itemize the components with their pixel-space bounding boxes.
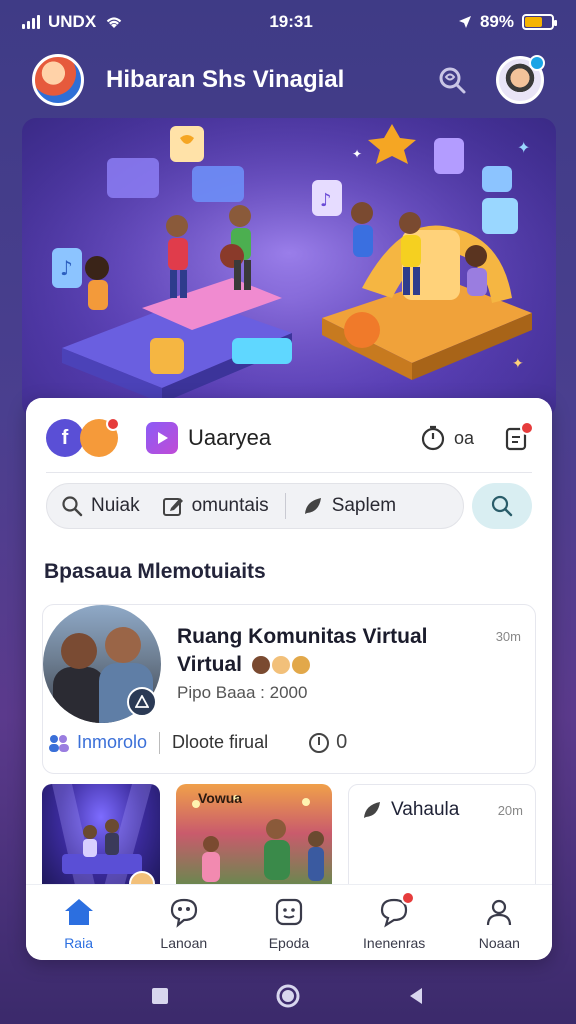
clock: 19:31 [269, 12, 313, 31]
home-icon [62, 895, 96, 929]
messages-badge [401, 890, 416, 905]
signal-icon [22, 15, 40, 29]
filter-label-1: Nuiak [91, 495, 140, 516]
app-logo-avatar[interactable] [32, 54, 84, 106]
message-icon [377, 890, 416, 929]
footer-separator [159, 731, 161, 754]
search-icon [62, 496, 83, 517]
recent-apps-button[interactable] [144, 980, 176, 1012]
profile-icon [482, 895, 516, 929]
user-avatar[interactable] [496, 55, 545, 104]
virtual-community-illustration: ♪ ♪ ✦ ✦ ✦ [22, 118, 556, 418]
app-header: Hibaran Shs Vinagial [0, 52, 576, 108]
nav-item-emoji[interactable]: Epoda [239, 895, 339, 951]
square-icon [152, 988, 168, 1004]
thumb-icon [309, 732, 330, 753]
status-bar: UNDX 19:31 89% [0, 0, 576, 44]
nav-item-messages[interactable]: Inenenras [344, 890, 444, 951]
battery-percent: 89% [479, 12, 514, 31]
community-footer: Inmorolo Dloote firual 0 [43, 731, 535, 754]
play-icon[interactable] [146, 422, 178, 454]
wifi-icon [106, 17, 122, 28]
nav-item-chat[interactable]: Lanoan [134, 895, 234, 951]
community-card[interactable]: Ruang Komunitas Virtual Virtual 30m Pipo… [42, 604, 536, 774]
nav-item-home[interactable]: Raia [29, 895, 129, 951]
filter-separator [284, 493, 286, 519]
filter-label-2: omuntais [191, 495, 269, 516]
nav-label-messages: Inenenras [363, 934, 426, 951]
timer-text: oa [453, 427, 474, 448]
media-post[interactable]: Vahaula 20m [348, 784, 536, 894]
svg-text:✦: ✦ [512, 356, 524, 372]
edit-icon [162, 498, 183, 516]
post-label: Vahaula [391, 799, 460, 820]
smile-square-icon [272, 895, 306, 929]
filter-segment-1[interactable]: Nuiak [61, 495, 140, 517]
community-meta: Pipo Baaa : 2000 [177, 683, 308, 702]
filter-segment-3[interactable]: Saplem [302, 495, 396, 517]
app-title: Hibaran Shs Vinagial [106, 66, 345, 93]
community-title[interactable]: Ruang Komunitas Virtual Virtual [177, 623, 477, 679]
nav-label-home: Raia [64, 934, 93, 951]
heart-search-icon[interactable] [432, 60, 472, 100]
search-row: Nuiak omuntais Saplem [46, 483, 532, 529]
nav-label-chat: Lanoan [160, 934, 208, 951]
back-button[interactable] [400, 980, 432, 1012]
members-link[interactable]: Inmorolo [47, 732, 147, 753]
nav-label-profile: Noaan [478, 934, 520, 951]
members-link-label: Inmorolo [77, 732, 148, 752]
like-count-value: 0 [336, 731, 348, 753]
filter-segment-2[interactable]: omuntais [162, 495, 269, 517]
media-tile-party[interactable]: Vowua [176, 784, 332, 894]
nav-item-profile[interactable]: Noaan [449, 895, 549, 951]
post-time: 20m [497, 803, 523, 818]
svg-text:♪: ♪ [320, 190, 332, 211]
app-row: f Uaaryea oa [46, 417, 534, 458]
party-caption: Vowua [198, 790, 243, 806]
circle-icon [276, 984, 300, 1008]
nav-label-emoji: Epoda [268, 934, 310, 951]
status-right: 89% [458, 12, 557, 32]
leaf-icon [304, 498, 321, 514]
people-icon [49, 734, 69, 752]
battery-level [525, 17, 542, 27]
social-app-icon[interactable]: f [46, 419, 84, 457]
hero-illustration: ♪ ♪ ✦ ✦ ✦ [22, 118, 556, 418]
filter-label-3: Saplem [331, 495, 397, 516]
divider [46, 472, 532, 473]
leaf-icon [364, 802, 380, 818]
search-button[interactable] [472, 483, 532, 529]
community-badge-icon [127, 687, 157, 717]
bottom-nav: Raia Lanoan Epoda Inenenras Noaan [26, 884, 552, 960]
chat-app-icon[interactable] [80, 417, 120, 457]
location-arrow-icon [458, 16, 471, 28]
footer-text: Dloote firual [172, 732, 269, 752]
section-title: Bpasaua Mlemotuiaits [44, 560, 266, 583]
timer-group[interactable]: oa [420, 425, 474, 451]
svg-text:♪: ♪ [60, 256, 73, 280]
media-row: Vowua Vahaula 20m [42, 784, 536, 894]
main-card: f Uaaryea oa Nuiak omuntais Saplem Bpasa… [26, 398, 552, 960]
app-label: Uaaryea [188, 425, 272, 450]
battery-icon [522, 14, 557, 30]
like-count[interactable]: 0 [308, 731, 347, 754]
media-tile-stage[interactable] [42, 784, 160, 894]
search-filter-bar[interactable]: Nuiak omuntais Saplem [46, 483, 464, 529]
svg-text:✦: ✦ [352, 147, 362, 161]
app-icons: f [46, 417, 120, 457]
timer-icon [421, 425, 445, 451]
online-indicator [529, 55, 545, 71]
community-time: 30m [495, 629, 521, 644]
card-header: f Uaaryea oa Nuiak omuntais Saplem [26, 398, 552, 546]
chat-face-icon [167, 895, 201, 929]
system-nav [0, 968, 576, 1024]
reaction-faces-icon [251, 656, 310, 675]
home-button[interactable] [272, 980, 304, 1012]
notification-icon[interactable] [502, 421, 534, 453]
back-triangle-icon [410, 988, 422, 1004]
svg-text:✦: ✦ [517, 138, 530, 157]
search-icon [491, 495, 513, 517]
carrier-label: UNDX [48, 12, 97, 31]
status-left: UNDX [22, 12, 124, 32]
